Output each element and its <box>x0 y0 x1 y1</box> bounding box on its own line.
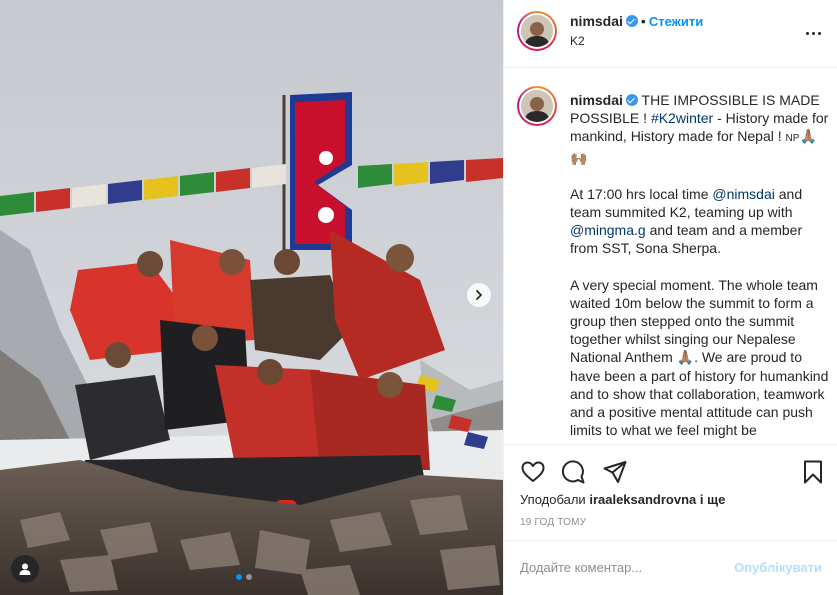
more-dots-icon <box>805 31 809 35</box>
summit-photo <box>0 0 503 595</box>
person-tag-icon <box>19 563 31 575</box>
carousel-indicator <box>236 574 252 580</box>
caption-text: nimsdai THE IMPOSSIBLE IS MADE POSSIBLE … <box>570 91 832 444</box>
carousel-dot <box>246 574 252 580</box>
verified-badge-icon <box>625 15 638 27</box>
liked-by-user-link[interactable]: iraaleksandrovna <box>589 492 696 507</box>
caption-emoji: 🙏🏽 <box>676 349 695 366</box>
action-bar <box>504 444 837 496</box>
heart-icon[interactable] <box>520 459 546 485</box>
more-dot <box>811 31 815 35</box>
verified-badge-icon <box>625 94 638 106</box>
mention-link[interactable]: @mingma.g <box>570 222 646 238</box>
avatar-image <box>521 15 553 47</box>
carousel-dot-active <box>236 574 242 580</box>
comment-input[interactable] <box>520 560 730 575</box>
more-dot <box>817 31 821 35</box>
next-photo-button[interactable] <box>467 283 491 307</box>
hashtag-link[interactable]: #K2winter <box>651 110 713 126</box>
avatar-image <box>521 90 553 122</box>
caption-paragraph-3: A very special moment. The whole team wa… <box>570 276 832 440</box>
comment-icon[interactable] <box>560 459 586 485</box>
post-photo[interactable] <box>0 0 503 595</box>
tagged-users-button[interactable] <box>11 555 39 583</box>
likes-count-link[interactable]: і ще <box>700 492 725 507</box>
likes-summary: Уподобали iraaleksandrovna і ще <box>520 492 725 507</box>
header-username-row: nimsdai • Стежити <box>570 13 703 29</box>
bookmark-icon[interactable] <box>800 459 826 485</box>
separator-dot: • <box>640 13 646 29</box>
avatar[interactable] <box>517 11 557 51</box>
caption-text-2a: At 17:00 hrs local time <box>570 185 713 202</box>
paper-plane-icon[interactable] <box>602 459 628 485</box>
caption-paragraph-2: At 17:00 hrs local time @nimsdai and tea… <box>570 185 832 258</box>
caption-paragraph-1: nimsdai THE IMPOSSIBLE IS MADE POSSIBLE … <box>570 91 832 167</box>
post-header: nimsdai • Стежити K2 <box>504 0 837 68</box>
post-timestamp[interactable]: 19 ГОД ТОМУ <box>520 517 586 528</box>
follow-button[interactable]: Стежити <box>649 14 703 29</box>
more-options-button[interactable] <box>802 22 824 44</box>
mention-link[interactable]: @nimsdai <box>712 186 774 202</box>
chevron-right-icon <box>476 290 482 300</box>
nepal-flag-emoji: NP <box>785 133 800 145</box>
caption-username[interactable]: nimsdai <box>570 92 623 108</box>
location-link[interactable]: K2 <box>570 34 585 48</box>
comment-form: Опублікувати <box>504 540 837 595</box>
post-comment-button[interactable]: Опублікувати <box>734 560 822 575</box>
likes-prefix: Уподобали <box>520 492 586 507</box>
caption-avatar[interactable] <box>517 86 557 126</box>
caption-section: nimsdai THE IMPOSSIBLE IS MADE POSSIBLE … <box>504 69 837 444</box>
post-sidebar: nimsdai • Стежити K2 nimsdai THE IMPOSSIBL… <box>503 0 837 595</box>
header-username[interactable]: nimsdai <box>570 13 623 29</box>
